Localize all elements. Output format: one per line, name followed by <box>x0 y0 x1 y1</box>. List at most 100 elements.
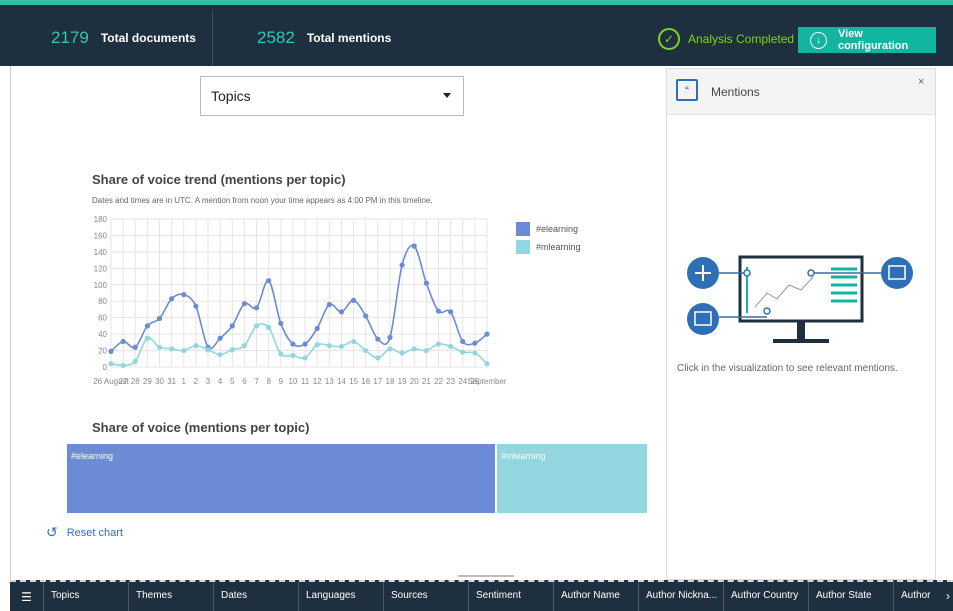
data-point-mlearning <box>120 362 126 368</box>
legend-label-mlearning: #mlearning <box>536 242 581 252</box>
filter-tab-themes[interactable]: Themes <box>129 582 214 611</box>
data-point-elearning <box>241 301 248 307</box>
mentions-panel-header: “ Mentions × <box>667 69 935 115</box>
data-point-elearning <box>144 323 150 329</box>
total-mentions-label: Total mentions <box>306 31 392 45</box>
treemap-cell-mlearning[interactable]: #mlearning <box>497 444 647 513</box>
caret-down-icon <box>443 93 451 98</box>
data-point-elearning <box>399 262 405 268</box>
data-point-mlearning <box>387 346 393 352</box>
legend-swatch-elearning <box>516 222 530 236</box>
data-point-elearning <box>302 341 308 347</box>
x-tick-label: 27 <box>119 377 128 386</box>
x-tick-label: 3 <box>206 377 211 386</box>
data-point-elearning <box>326 301 332 308</box>
data-point-mlearning <box>241 343 248 349</box>
treemap-cell-elearning[interactable]: #elearning <box>67 444 495 513</box>
topic-selector-value: Topics <box>211 88 251 104</box>
x-tick-label: 30 <box>155 377 164 386</box>
filter-tab-sentiment[interactable]: Sentiment <box>469 582 554 611</box>
data-point-elearning <box>472 340 478 346</box>
quote-icon: “ <box>676 79 698 101</box>
data-point-mlearning <box>156 344 163 350</box>
data-point-mlearning <box>363 347 369 354</box>
data-point-mlearning <box>205 347 211 353</box>
data-point-mlearning <box>314 342 320 348</box>
topic-selector-dropdown[interactable]: Topics <box>200 76 464 116</box>
y-tick-label: 80 <box>98 297 107 306</box>
mentions-panel-hint: Click in the visualization to see releva… <box>677 363 898 374</box>
x-tick-label: 15 <box>349 377 358 386</box>
x-tick-label: 5 <box>230 377 235 386</box>
connector-dot-right <box>807 269 815 277</box>
visualization-illustration <box>687 255 913 343</box>
data-point-elearning <box>338 309 345 315</box>
filter-tab-author-country[interactable]: Author Country <box>724 582 809 611</box>
treemap-label-elearning: #elearning <box>71 451 114 461</box>
x-tick-label: 21 <box>422 377 431 386</box>
x-tick-label: 4 <box>218 377 223 386</box>
x-tick-label: 13 <box>325 377 334 386</box>
x-tick-label: 14 <box>337 377 346 386</box>
data-point-elearning <box>217 335 223 341</box>
legend-label-elearning: #elearning <box>536 224 579 234</box>
data-point-mlearning <box>302 355 308 361</box>
data-point-mlearning <box>399 350 405 356</box>
x-tick-label: 7 <box>254 377 259 386</box>
legend-item-elearning[interactable]: #elearning <box>516 222 578 236</box>
y-tick-label: 40 <box>98 330 107 339</box>
chevron-right-icon[interactable]: › <box>946 589 950 603</box>
data-point-mlearning <box>108 361 114 367</box>
view-configuration-button[interactable]: ↓ View configuration <box>798 27 936 53</box>
top-bar: 2179 Total documents 2582 Total mentions… <box>0 0 953 66</box>
stat-divider <box>212 10 213 66</box>
filter-tab-sources[interactable]: Sources <box>384 582 469 611</box>
analysis-status: ✓ Analysis Completed <box>658 28 794 50</box>
close-icon[interactable]: × <box>918 76 924 88</box>
data-point-mlearning <box>460 349 466 355</box>
data-point-elearning <box>411 243 417 249</box>
mentions-panel-title: Mentions <box>711 85 760 99</box>
data-point-elearning <box>181 292 187 298</box>
legend-swatch-mlearning <box>516 240 530 254</box>
filter-sliders-icon[interactable]: ☰ <box>10 582 44 611</box>
view-configuration-label: View configuration <box>837 28 909 52</box>
data-point-elearning <box>290 341 296 347</box>
data-point-elearning <box>278 320 284 327</box>
series-line-elearning <box>110 244 488 352</box>
x-tick-label: 22 <box>434 377 443 386</box>
data-point-elearning <box>375 336 381 342</box>
total-documents-value: 2179 <box>51 28 89 47</box>
filter-tab-author-nickname[interactable]: Author Nickna... <box>639 582 724 611</box>
connector-dot-left <box>743 269 751 277</box>
data-point-mlearning <box>266 324 272 331</box>
filter-tab-author[interactable]: Author <box>894 582 944 611</box>
download-arrow-icon: ↓ <box>810 31 827 49</box>
panel-resize-handle[interactable] <box>458 575 514 577</box>
x-tick-label: 11 <box>301 377 310 386</box>
x-tick-label: 31 <box>167 377 176 386</box>
data-point-mlearning <box>484 361 490 367</box>
y-tick-label: 140 <box>94 248 108 257</box>
y-tick-label: 100 <box>94 281 108 290</box>
data-point-mlearning <box>350 338 357 345</box>
reset-chart-button[interactable]: ↺ Reset chart <box>46 524 123 541</box>
y-tick-label: 20 <box>98 347 107 356</box>
share-chart-title: Share of voice (mentions per topic) <box>92 420 310 435</box>
data-point-mlearning <box>435 341 442 347</box>
filter-tab-topics[interactable]: Topics <box>44 582 129 611</box>
data-point-elearning <box>205 344 211 350</box>
data-point-elearning <box>169 296 175 302</box>
y-tick-label: 120 <box>94 264 108 273</box>
x-tick-label: September <box>467 377 506 386</box>
filter-tab-languages[interactable]: Languages <box>299 582 384 611</box>
trend-chart-title: Share of voice trend (mentions per topic… <box>92 172 346 187</box>
data-point-mlearning <box>326 343 332 349</box>
monitor-base <box>773 339 829 343</box>
data-point-elearning <box>266 278 272 284</box>
x-tick-label: 20 <box>410 377 419 386</box>
filter-tab-author-state[interactable]: Author State <box>809 582 894 611</box>
filter-tab-author-name[interactable]: Author Name <box>554 582 639 611</box>
legend-item-mlearning[interactable]: #mlearning <box>516 240 581 254</box>
filter-tab-dates[interactable]: Dates <box>214 582 299 611</box>
